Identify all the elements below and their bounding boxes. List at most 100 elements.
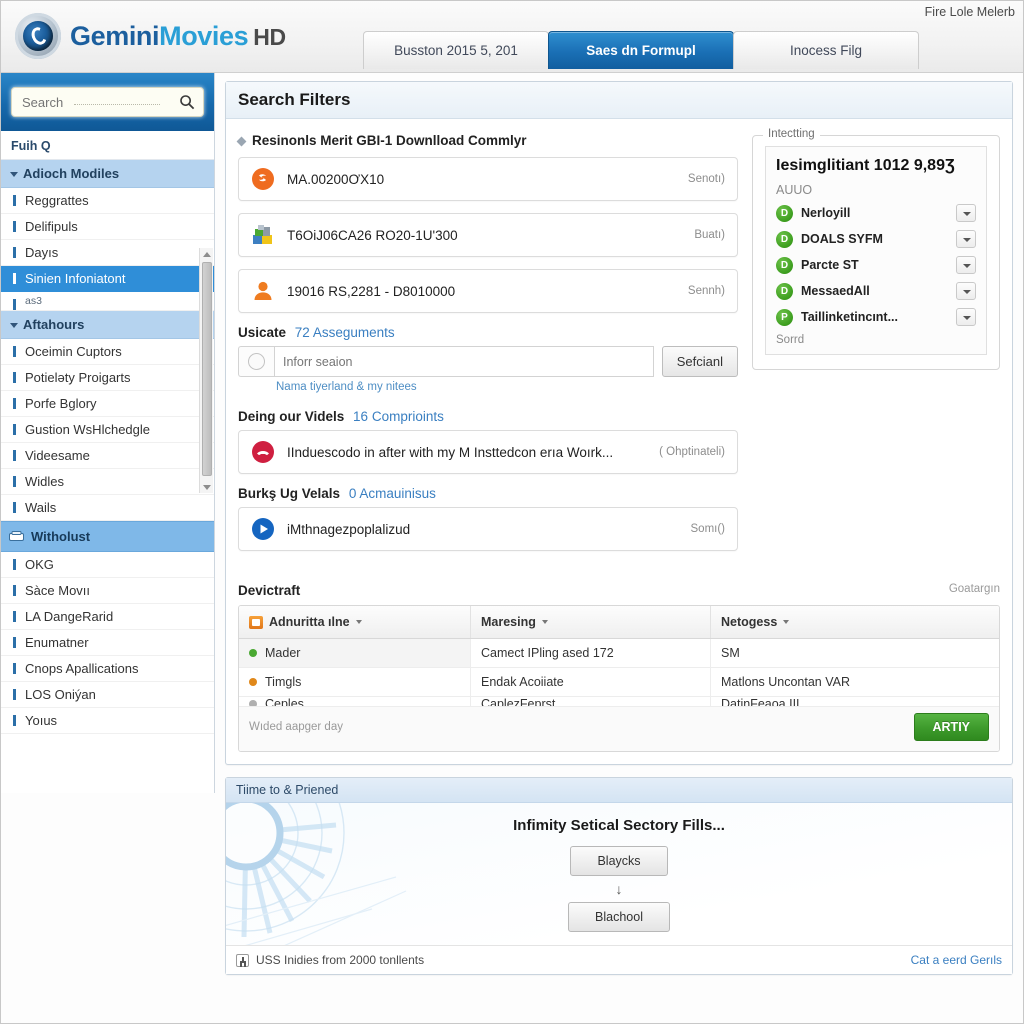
scroll-down-arrow-icon[interactable] [200,481,214,493]
app-window: GeminiMovies HD Fire Lole Melerb Busston … [0,0,1024,1024]
search-icon[interactable] [179,94,195,110]
sidebar-scrollbar[interactable] [199,248,213,493]
brand-part-3: HD [253,23,286,50]
tab-2[interactable]: Inocess Filg [733,31,919,69]
list-item[interactable]: D Nerloyill [776,204,976,222]
sidebar-item-widles[interactable]: Widles [1,469,214,495]
sidebar-item-wails[interactable]: Wails [1,495,214,521]
chevron-down-icon[interactable] [956,282,976,300]
list-item-meta[interactable]: Sennh) [688,285,725,297]
table-top-right-label[interactable]: Goatargın [949,583,1000,595]
tab-1[interactable]: Saes dn Formupl [548,31,734,69]
sidebar-group-adioch[interactable]: Adioch Modiles [1,160,214,188]
fieldset-legend: Intectting [763,128,820,140]
table-row[interactable]: Timgls Endak Acoiiate Matlons Uncontan V… [239,668,999,697]
list-item[interactable]: T6OiJ06CA26 RO20-1U'300 Buatı) [238,213,738,257]
body-wrap: Fuih Q Adioch Modiles Reggrattes Delifip… [1,73,1023,1023]
list-item-title: 19016 RS,2281 - D8010000 [287,283,456,299]
sidebar-item-enumatner[interactable]: Enumatner [1,630,214,656]
sort-caret-icon[interactable] [783,620,790,624]
chevron-down-icon[interactable] [956,308,976,326]
usicate-label-line: Usicate 72 Asseguments [238,325,738,340]
list-item[interactable]: MA.00200ƠX10 Senotı) [238,157,738,201]
panel-header: Search Filters [226,82,1012,119]
sort-caret-icon[interactable] [355,620,362,624]
table-footer-text: Wıded aapger day [249,721,343,733]
apply-button[interactable]: ARTIY [913,713,989,741]
column-header-label: Adnuritta ılne [269,615,350,629]
list-item[interactable]: P Taillinketincınt... [776,308,976,326]
sidebar-item-as3[interactable]: as3 [1,292,214,311]
sidebar-item-gustion-wshlchedgle[interactable]: Gustion WsHlchedgle [1,417,214,443]
sidebar-section-witholust[interactable]: Witholust [1,521,214,552]
videls-count[interactable]: 16 Comprioints [353,409,444,424]
list-item[interactable]: D DOALS SYFM [776,230,976,248]
list-item[interactable]: D Parcte ST [776,256,976,274]
chevron-down-icon[interactable] [956,204,976,222]
scrollbar-thumb[interactable] [202,262,212,476]
sidebar-item-delifipuls[interactable]: Delifipuls [1,214,214,240]
list-item-label: Taillinketincınt... [801,310,899,324]
cell-name: Timgls [239,668,471,696]
sidebar-item-porfe-bglory[interactable]: Porfe Bglory [1,391,214,417]
sidebar-item-dayis[interactable]: Dayıs [1,240,214,266]
list-item-meta[interactable]: Senotı) [688,173,725,185]
sidebar-item-sace-movii[interactable]: Sàce Movıı [1,578,214,604]
list-item[interactable]: iMthnagezpoplalizud Somı() [238,507,738,551]
column-header-adnuritta[interactable]: Adnuritta ılne [239,606,471,638]
videls-label: Deing our Videls [238,409,345,424]
search-input[interactable] [20,93,179,111]
sidebar-item-oceimin-cuptors[interactable]: Oceimin Cuptors [1,339,214,365]
sort-caret-icon[interactable] [541,620,548,624]
usicate-hint-link[interactable]: Nama tiyerland & my nitees [276,381,738,393]
brand-part-1: Gemini [70,20,160,51]
sidebar-item-sinien-infoniatont[interactable]: Sinien Infoniatont [1,266,214,292]
chevron-down-icon[interactable] [956,230,976,248]
brand-text: GeminiMovies HD [70,21,286,52]
sidebar-item-los-oniyan[interactable]: LOS Oniýan [1,682,214,708]
sidebar-top-label[interactable]: Fuih Q [1,131,214,160]
filters-column: Resinonls Merit GBI-1 Downlload Commlyr … [238,129,738,563]
list-item-meta[interactable]: ( Ohptinateli) [659,446,725,458]
table-row[interactable]: Mader Camect IPling ased 172 SM [239,639,999,668]
list-item[interactable]: 19016 RS,2281 - D8010000 Sennh) [238,269,738,313]
sidebar-item-potielaty-proigarts[interactable]: Potieləty Proigarts [1,365,214,391]
promo-footer-left[interactable]: USS Inidies from 2000 tonllents [236,953,424,967]
sidebar-item-reggrattes[interactable]: Reggrattes [1,188,214,214]
list-item[interactable]: IInduescodo in after with my M Insttedco… [238,430,738,474]
sidebar-item-videesame[interactable]: Videesame [1,443,214,469]
table-row[interactable]: Ceples CaplezFeprst DatinFeaoa III [239,697,999,707]
usicate-count[interactable]: 72 Asseguments [295,325,395,340]
sidebar-item-cnops-apallications[interactable]: Cnops Apallications [1,656,214,682]
tab-0[interactable]: Busston 2015 5, 201 [363,31,549,69]
green-badge-icon: D [776,204,793,222]
account-label[interactable]: Fire Lole Melerb [925,5,1015,19]
column-header-netogess[interactable]: Netogess [711,606,999,638]
list-item-title: iMthnagezpoplalizud [287,521,411,537]
green-badge-icon: P [776,308,793,326]
usicate-input[interactable] [274,346,654,377]
column-header-maresing[interactable]: Maresing [471,606,711,638]
down-arrow-icon: ↓ [615,880,623,897]
brand-logo[interactable]: GeminiMovies HD [15,13,286,59]
promo-footer-link[interactable]: Cat a eerd Gerıls [911,953,1002,967]
sidebar-item-la-dangerarid[interactable]: LA DangeRarid [1,604,214,630]
burks-count[interactable]: 0 Acmauinisus [349,486,436,501]
blaycks-button[interactable]: Blaycks [570,845,668,876]
green-badge-icon: D [776,230,793,248]
list-item[interactable]: D MessaedAll [776,282,976,300]
usicate-radio[interactable] [238,346,274,377]
list-item-title: T6OiJ06CA26 RO20-1U'300 [287,227,458,243]
sidebar-group-aftahours[interactable]: Aftahours [1,311,214,339]
chevron-down-icon[interactable] [956,256,976,274]
list-item-meta[interactable]: Buatı) [694,229,725,241]
sidebar-group-label: Adioch Modiles [23,166,120,181]
sefcianl-button[interactable]: Sefcianl [661,346,738,377]
blachool-button[interactable]: Blachool [568,901,670,932]
search-box[interactable] [11,87,204,117]
sidebar-item-yoius[interactable]: Yoıus [1,708,214,734]
sidebar-item-okg[interactable]: OKG [1,552,214,578]
list-item-meta[interactable]: Somı() [691,523,726,535]
scroll-up-arrow-icon[interactable] [200,248,214,260]
search-filters-panel: Search Filters Resinonls Merit GBI-1 Dow… [225,81,1013,765]
